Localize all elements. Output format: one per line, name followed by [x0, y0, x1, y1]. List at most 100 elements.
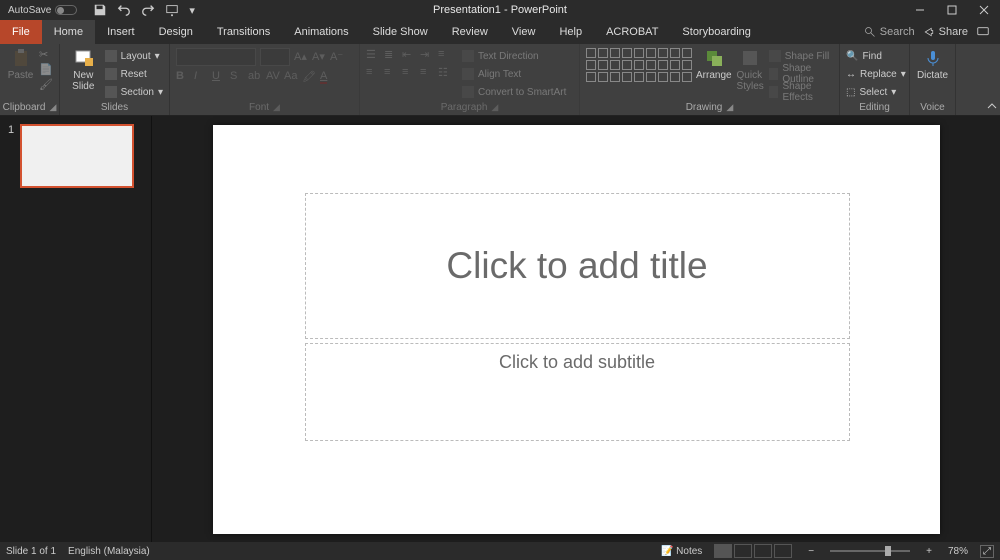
font-color-icon[interactable]: A	[320, 70, 334, 84]
language-label[interactable]: English (Malaysia)	[68, 546, 150, 557]
italic-icon[interactable]: I	[194, 70, 208, 84]
quick-styles-button[interactable]: Quick Styles	[736, 48, 765, 92]
drawing-group-label: Drawing	[686, 102, 723, 113]
search-icon	[864, 26, 876, 38]
start-slideshow-icon[interactable]	[165, 3, 179, 17]
align-center-icon[interactable]: ≡	[384, 66, 398, 80]
columns-icon[interactable]: ☷	[438, 66, 452, 80]
justify-icon[interactable]: ≡	[420, 66, 434, 80]
arrange-icon	[704, 48, 724, 68]
tab-animations[interactable]: Animations	[282, 20, 360, 44]
qat-dropdown-icon[interactable]: ▾	[189, 4, 195, 17]
bullets-icon[interactable]: ☰	[366, 48, 380, 62]
slide-thumbnail[interactable]	[20, 124, 134, 188]
smartart-icon	[462, 86, 474, 98]
increase-indent-icon[interactable]: ⇥	[420, 48, 434, 62]
tab-review[interactable]: Review	[440, 20, 500, 44]
shadow-icon[interactable]: ab	[248, 70, 262, 84]
zoom-in-button[interactable]: +	[922, 546, 936, 557]
line-spacing-icon[interactable]: ≡	[438, 48, 452, 62]
new-slide-icon	[73, 48, 93, 68]
normal-view-button[interactable]	[714, 544, 732, 558]
new-slide-button[interactable]: New Slide	[66, 48, 101, 92]
clear-format-icon[interactable]: A⁻	[330, 50, 344, 64]
change-case-icon[interactable]: Aa	[284, 70, 298, 84]
collapse-ribbon-button[interactable]	[984, 44, 1000, 115]
slideshow-view-button[interactable]	[774, 544, 792, 558]
find-icon: 🔍	[846, 51, 858, 62]
decrease-font-icon[interactable]: A▾	[312, 50, 326, 64]
save-icon[interactable]	[93, 3, 107, 17]
dialog-launcher-icon[interactable]: ◢	[49, 102, 56, 113]
zoom-out-button[interactable]: −	[804, 546, 818, 557]
dialog-launcher-icon[interactable]: ◢	[491, 102, 498, 113]
dialog-launcher-icon[interactable]: ◢	[273, 102, 280, 113]
slide-count-label[interactable]: Slide 1 of 1	[6, 546, 56, 557]
increase-font-icon[interactable]: A▴	[294, 50, 308, 64]
char-spacing-icon[interactable]: AV	[266, 70, 280, 84]
copy-icon[interactable]: 📄	[39, 63, 53, 76]
shape-effects-button[interactable]: Shape Effects	[769, 84, 833, 100]
notes-button[interactable]: 📝 Notes	[661, 546, 702, 557]
shapes-gallery[interactable]	[586, 48, 692, 82]
paste-button[interactable]: Paste	[6, 48, 35, 81]
align-text-button[interactable]: Align Text	[462, 66, 566, 82]
tab-design[interactable]: Design	[147, 20, 205, 44]
slide-thumbnail-panel: 1	[0, 116, 152, 542]
highlight-icon[interactable]: 🖍	[302, 70, 316, 84]
dialog-launcher-icon[interactable]: ◢	[726, 102, 733, 113]
fit-to-window-button[interactable]: ⤢	[980, 545, 994, 558]
reading-view-button[interactable]	[754, 544, 772, 558]
comments-icon[interactable]	[976, 25, 990, 39]
zoom-slider[interactable]	[830, 550, 910, 552]
share-button[interactable]: Share	[923, 26, 968, 38]
replace-button[interactable]: ↔Replace ▾	[846, 66, 906, 82]
shape-outline-button[interactable]: Shape Outline	[769, 66, 833, 82]
tab-storyboarding[interactable]: Storyboarding	[670, 20, 763, 44]
title-placeholder[interactable]: Click to add title	[305, 193, 850, 339]
dictate-button[interactable]: Dictate	[916, 48, 949, 81]
shape-fill-button[interactable]: Shape Fill	[769, 48, 833, 64]
autosave-toggle[interactable]: AutoSave	[8, 5, 77, 16]
tab-acrobat[interactable]: ACROBAT	[594, 20, 670, 44]
reset-button[interactable]: Reset	[105, 66, 163, 82]
tab-view[interactable]: View	[500, 20, 548, 44]
decrease-indent-icon[interactable]: ⇤	[402, 48, 416, 62]
tab-help[interactable]: Help	[547, 20, 594, 44]
slide: Click to add title Click to add subtitle	[213, 125, 940, 534]
search-input[interactable]: Search	[864, 26, 915, 38]
sorter-view-button[interactable]	[734, 544, 752, 558]
tab-file[interactable]: File	[0, 20, 42, 44]
align-right-icon[interactable]: ≡	[402, 66, 416, 80]
maximize-button[interactable]	[936, 0, 968, 20]
text-direction-button[interactable]: Text Direction	[462, 48, 566, 64]
arrange-button[interactable]: Arrange	[696, 48, 732, 81]
close-button[interactable]	[968, 0, 1000, 20]
smartart-button[interactable]: Convert to SmartArt	[462, 84, 566, 100]
tab-slideshow[interactable]: Slide Show	[361, 20, 440, 44]
select-button[interactable]: ⬚Select ▾	[846, 84, 906, 100]
find-button[interactable]: 🔍Find	[846, 48, 906, 64]
cut-icon[interactable]: ✂	[39, 48, 53, 61]
bold-icon[interactable]: B	[176, 70, 190, 84]
strike-icon[interactable]: S	[230, 70, 244, 84]
undo-icon[interactable]	[117, 3, 131, 17]
font-family-combo[interactable]	[176, 48, 256, 66]
numbering-icon[interactable]: ≣	[384, 48, 398, 62]
tab-insert[interactable]: Insert	[95, 20, 147, 44]
format-painter-icon[interactable]: 🖌	[39, 78, 53, 91]
section-button[interactable]: Section ▾	[105, 84, 163, 100]
tab-transitions[interactable]: Transitions	[205, 20, 282, 44]
font-size-combo[interactable]	[260, 48, 290, 66]
quick-styles-icon	[740, 48, 760, 68]
underline-icon[interactable]: U	[212, 70, 226, 84]
slide-canvas-area[interactable]: Click to add title Click to add subtitle	[152, 116, 1000, 542]
redo-icon[interactable]	[141, 3, 155, 17]
align-text-icon	[462, 68, 474, 80]
minimize-button[interactable]	[904, 0, 936, 20]
subtitle-placeholder[interactable]: Click to add subtitle	[305, 343, 850, 441]
layout-button[interactable]: Layout ▾	[105, 48, 163, 64]
tab-home[interactable]: Home	[42, 20, 95, 44]
zoom-level-label[interactable]: 78%	[948, 546, 968, 557]
align-left-icon[interactable]: ≡	[366, 66, 380, 80]
